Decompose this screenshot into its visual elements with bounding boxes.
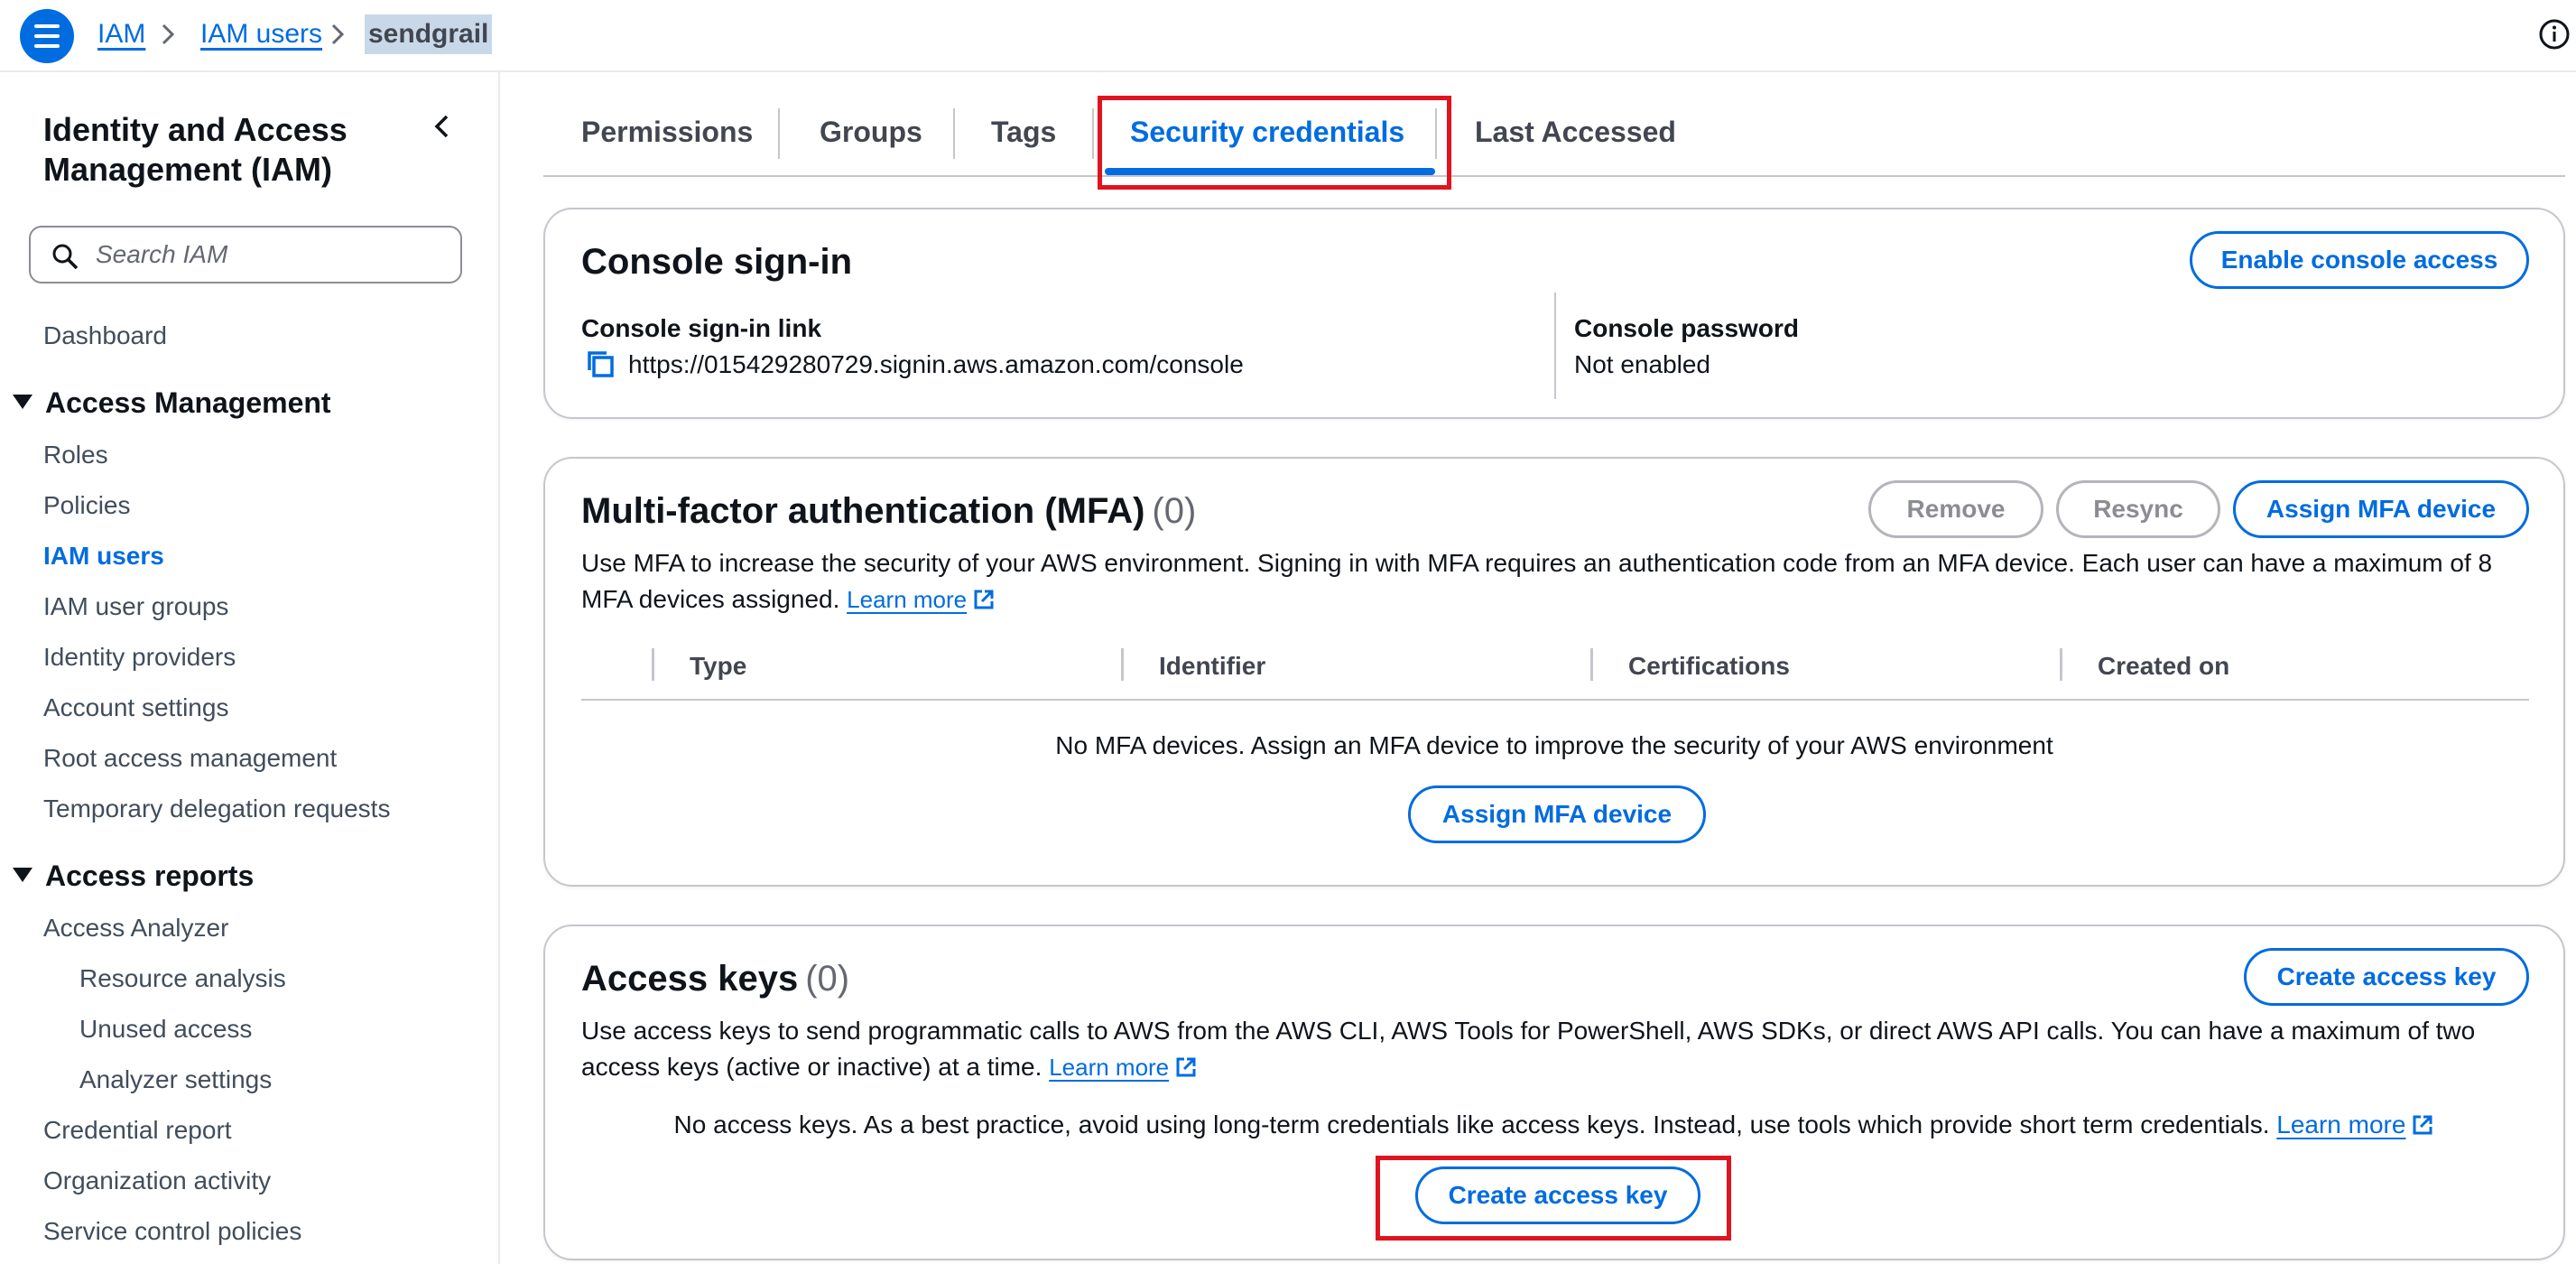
console-password-label: Console password	[1574, 314, 1799, 342]
section-heading: Access Management	[45, 386, 331, 419]
learn-more-text: Learn more	[2276, 1111, 2406, 1139]
enable-console-access-button[interactable]: Enable console access	[2190, 231, 2529, 289]
chevron-left-icon[interactable]	[428, 112, 457, 141]
copy-icon[interactable]	[585, 349, 617, 381]
search-input[interactable]	[96, 235, 448, 274]
column-divider	[1121, 648, 1124, 681]
access-keys-empty-learn-more-link[interactable]: Learn more	[2276, 1111, 2434, 1139]
access-keys-empty-message: No access keys. As a best practice, avoi…	[545, 1109, 2563, 1141]
access-keys-description: Use access keys to send programmatic cal…	[581, 1013, 2549, 1085]
sidebar-item-identity-providers[interactable]: Identity providers	[43, 641, 236, 674]
sidebar-item-service-control-policies[interactable]: Service control policies	[43, 1215, 301, 1248]
mfa-title-text: Multi-factor authentication (MFA)	[581, 491, 1145, 531]
sidebar-item-access-analyzer[interactable]: Access Analyzer	[43, 912, 228, 944]
assign-mfa-device-empty-button[interactable]: Assign MFA device	[1408, 785, 1706, 843]
tab-groups[interactable]: Groups	[820, 114, 922, 150]
sidebar-item-iam-users[interactable]: IAM users	[43, 540, 164, 572]
sidebar-item-credential-report[interactable]: Credential report	[43, 1114, 232, 1147]
breadcrumb-iam-users[interactable]: IAM users	[200, 16, 322, 52]
tab-tags[interactable]: Tags	[991, 114, 1056, 150]
resync-mfa-button[interactable]: Resync	[2056, 480, 2220, 538]
external-link-icon	[1176, 1057, 1196, 1077]
sidebar-item-policies[interactable]: Policies	[43, 489, 130, 522]
column-header-identifier[interactable]: Identifier	[1159, 650, 1265, 683]
sidebar-title: Identity and Access Management (IAM)	[43, 111, 347, 188]
column-header-type[interactable]: Type	[690, 650, 746, 683]
access-keys-count: (0)	[805, 959, 850, 999]
remove-mfa-button[interactable]: Remove	[1868, 480, 2043, 538]
sidebar-item-roles[interactable]: Roles	[43, 439, 108, 471]
sidebar-item-resource-analysis[interactable]: Resource analysis	[79, 962, 286, 995]
section-heading: Access reports	[45, 860, 255, 892]
sidebar-item-temporary-delegation-requests[interactable]: Temporary delegation requests	[43, 793, 390, 825]
menu-icon[interactable]	[20, 9, 74, 63]
sidebar-item-analyzer-settings[interactable]: Analyzer settings	[79, 1064, 272, 1096]
mfa-count: (0)	[1152, 491, 1197, 531]
sidebar-item-iam-user-groups[interactable]: IAM user groups	[43, 590, 228, 623]
access-keys-learn-more-link[interactable]: Learn more	[1049, 1054, 1198, 1081]
tab-bar: Permissions Groups Tags Security credent…	[543, 90, 2565, 177]
sidebar-section-access-reports[interactable]: Access reports	[13, 858, 254, 894]
caret-down-icon	[13, 395, 32, 409]
column-header-created-on[interactable]: Created on	[2098, 650, 2229, 683]
external-link-icon	[974, 590, 994, 609]
tab-divider	[1092, 108, 1094, 159]
mfa-description: Use MFA to increase the security of your…	[581, 545, 2549, 618]
info-icon[interactable]	[2538, 18, 2571, 51]
sidebar-item-dashboard[interactable]: Dashboard	[43, 320, 167, 352]
tab-permissions[interactable]: Permissions	[581, 114, 753, 150]
console-signin-link-value: https://015429280729.signin.aws.amazon.c…	[628, 350, 1244, 378]
console-signin-title: Console sign-in	[581, 242, 852, 282]
column-divider	[652, 648, 654, 681]
console-signin-link-label: Console sign-in link	[581, 314, 822, 342]
highlight-box-create-access-key	[1376, 1156, 1731, 1241]
mfa-learn-more-link[interactable]: Learn more	[847, 586, 996, 613]
highlight-box-tab	[1098, 96, 1451, 190]
column-header-certifications[interactable]: Certifications	[1628, 650, 1790, 683]
learn-more-text: Learn more	[1049, 1054, 1170, 1081]
tab-divider	[953, 108, 955, 159]
assign-mfa-device-button[interactable]: Assign MFA device	[2233, 480, 2529, 538]
column-divider	[1554, 293, 1556, 399]
column-divider	[1590, 648, 1593, 681]
top-bar: IAM IAM users sendgrail	[0, 0, 2576, 72]
console-signin-panel: Console sign-in Enable console access Co…	[543, 208, 2565, 419]
tab-divider	[778, 108, 780, 159]
breadcrumb-iam[interactable]: IAM	[97, 16, 145, 52]
create-access-key-button[interactable]: Create access key	[2244, 948, 2529, 1006]
learn-more-text: Learn more	[847, 586, 968, 613]
sidebar-item-unused-access[interactable]: Unused access	[79, 1013, 252, 1046]
console-password-value: Not enabled	[1574, 350, 1711, 378]
mfa-panel: Multi-factor authentication (MFA) (0) Rem…	[543, 457, 2565, 887]
external-link-icon	[2413, 1115, 2432, 1135]
sidebar: Identity and Access Management (IAM) Das…	[0, 72, 500, 1264]
table-header-divider	[581, 699, 2529, 701]
column-divider	[2060, 648, 2062, 681]
sidebar-item-account-settings[interactable]: Account settings	[43, 692, 228, 724]
access-keys-title-text: Access keys	[581, 959, 799, 999]
access-keys-description-text: Use access keys to send programmatic cal…	[581, 1017, 2476, 1081]
sidebar-search	[29, 226, 462, 283]
access-keys-title: Access keys (0)	[581, 957, 849, 1000]
access-keys-empty-text: No access keys. As a best practice, avoi…	[673, 1111, 2270, 1139]
mfa-empty-message: No MFA devices. Assign an MFA device to …	[1055, 731, 2053, 759]
chevron-right-icon	[331, 23, 345, 45]
sidebar-item-organization-activity[interactable]: Organization activity	[43, 1165, 271, 1197]
sidebar-item-root-access-management[interactable]: Root access management	[43, 742, 337, 775]
sidebar-section-access-management[interactable]: Access Management	[13, 385, 331, 421]
chevron-right-icon	[162, 23, 175, 45]
breadcrumb-current: sendgrail	[365, 14, 493, 54]
search-icon	[52, 244, 79, 270]
mfa-title: Multi-factor authentication (MFA) (0)	[581, 489, 1196, 533]
tab-last-accessed[interactable]: Last Accessed	[1475, 114, 1676, 150]
caret-down-icon	[13, 868, 32, 882]
